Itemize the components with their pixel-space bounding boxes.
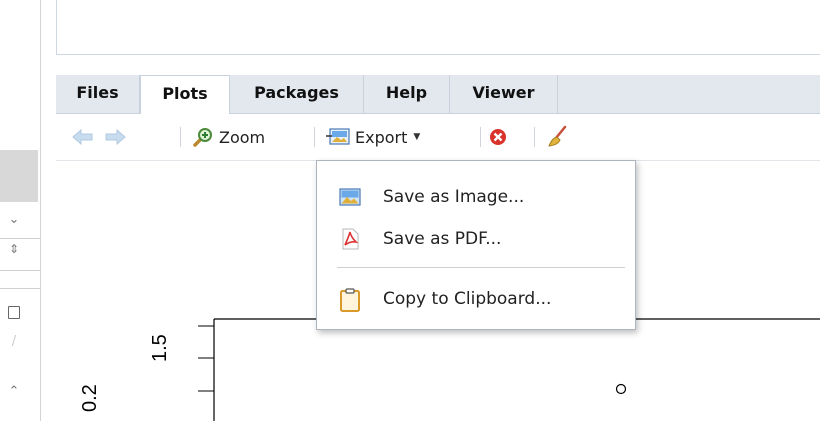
forward-arrow-icon (104, 129, 126, 145)
menu-item-label: Save as PDF... (383, 229, 502, 249)
scrollbar-thumb[interactable] (0, 150, 38, 202)
data-point (615, 383, 627, 395)
toolbar-separator (180, 127, 181, 147)
chevron-down-icon[interactable]: ⌄ (6, 212, 22, 227)
chevron-down-icon: ▼ (413, 132, 421, 142)
divider (0, 288, 40, 289)
image-icon (339, 186, 361, 208)
clipboard-icon (339, 288, 361, 312)
tab-packages[interactable]: Packages (230, 75, 364, 113)
back-arrow-icon (72, 129, 94, 145)
tab-help[interactable]: Help (364, 75, 450, 113)
toolbar-separator (314, 127, 315, 147)
pane-tab-strip: Files Plots Packages Help Viewer (56, 75, 820, 114)
remove-plot-icon (488, 127, 508, 147)
export-icon (326, 127, 350, 147)
divider (0, 270, 40, 271)
window-restore-icon[interactable] (8, 306, 20, 319)
clear-all-button[interactable] (546, 124, 568, 150)
zoom-button[interactable]: Zoom (192, 124, 265, 150)
top-pane (56, 0, 820, 55)
tab-plots[interactable]: Plots (140, 75, 230, 114)
toolbar-separator (480, 127, 481, 147)
tab-viewer[interactable]: Viewer (450, 75, 558, 113)
left-gutter: ⌄ ⇕ / ⌃ (0, 0, 42, 421)
remove-plot-button[interactable] (488, 124, 508, 150)
tab-files[interactable]: Files (56, 75, 140, 113)
zoom-label: Zoom (219, 127, 266, 147)
plots-toolbar: Zoom Export ▼ (56, 114, 820, 161)
export-menu: Save as Image... Save as PDF... Copy to … (316, 160, 636, 330)
pane-splitter[interactable] (40, 0, 41, 421)
y-tick-label: 0.2 (79, 384, 101, 412)
export-label: Export (355, 127, 408, 147)
up-down-icon[interactable]: ⇕ (6, 242, 22, 256)
chevron-up-icon[interactable]: ⌃ (6, 384, 22, 399)
menu-item-save-as-pdf[interactable]: Save as PDF... (317, 221, 635, 257)
pdf-icon (339, 228, 361, 250)
toolbar-separator (534, 127, 535, 147)
menu-item-label: Copy to Clipboard... (383, 289, 552, 309)
pencil-icon: / (11, 334, 17, 349)
menu-item-label: Save as Image... (383, 187, 525, 207)
divider (0, 238, 40, 239)
forward-button[interactable] (104, 124, 126, 150)
zoom-icon (192, 126, 214, 148)
menu-separator (337, 267, 625, 268)
clear-all-broom-icon (546, 125, 568, 149)
export-button[interactable]: Export ▼ (326, 124, 420, 150)
menu-item-copy-to-clipboard[interactable]: Copy to Clipboard... (317, 281, 635, 317)
y-tick-label: 1.5 (149, 334, 171, 362)
back-button[interactable] (72, 124, 94, 150)
menu-item-save-as-image[interactable]: Save as Image... (317, 179, 635, 215)
